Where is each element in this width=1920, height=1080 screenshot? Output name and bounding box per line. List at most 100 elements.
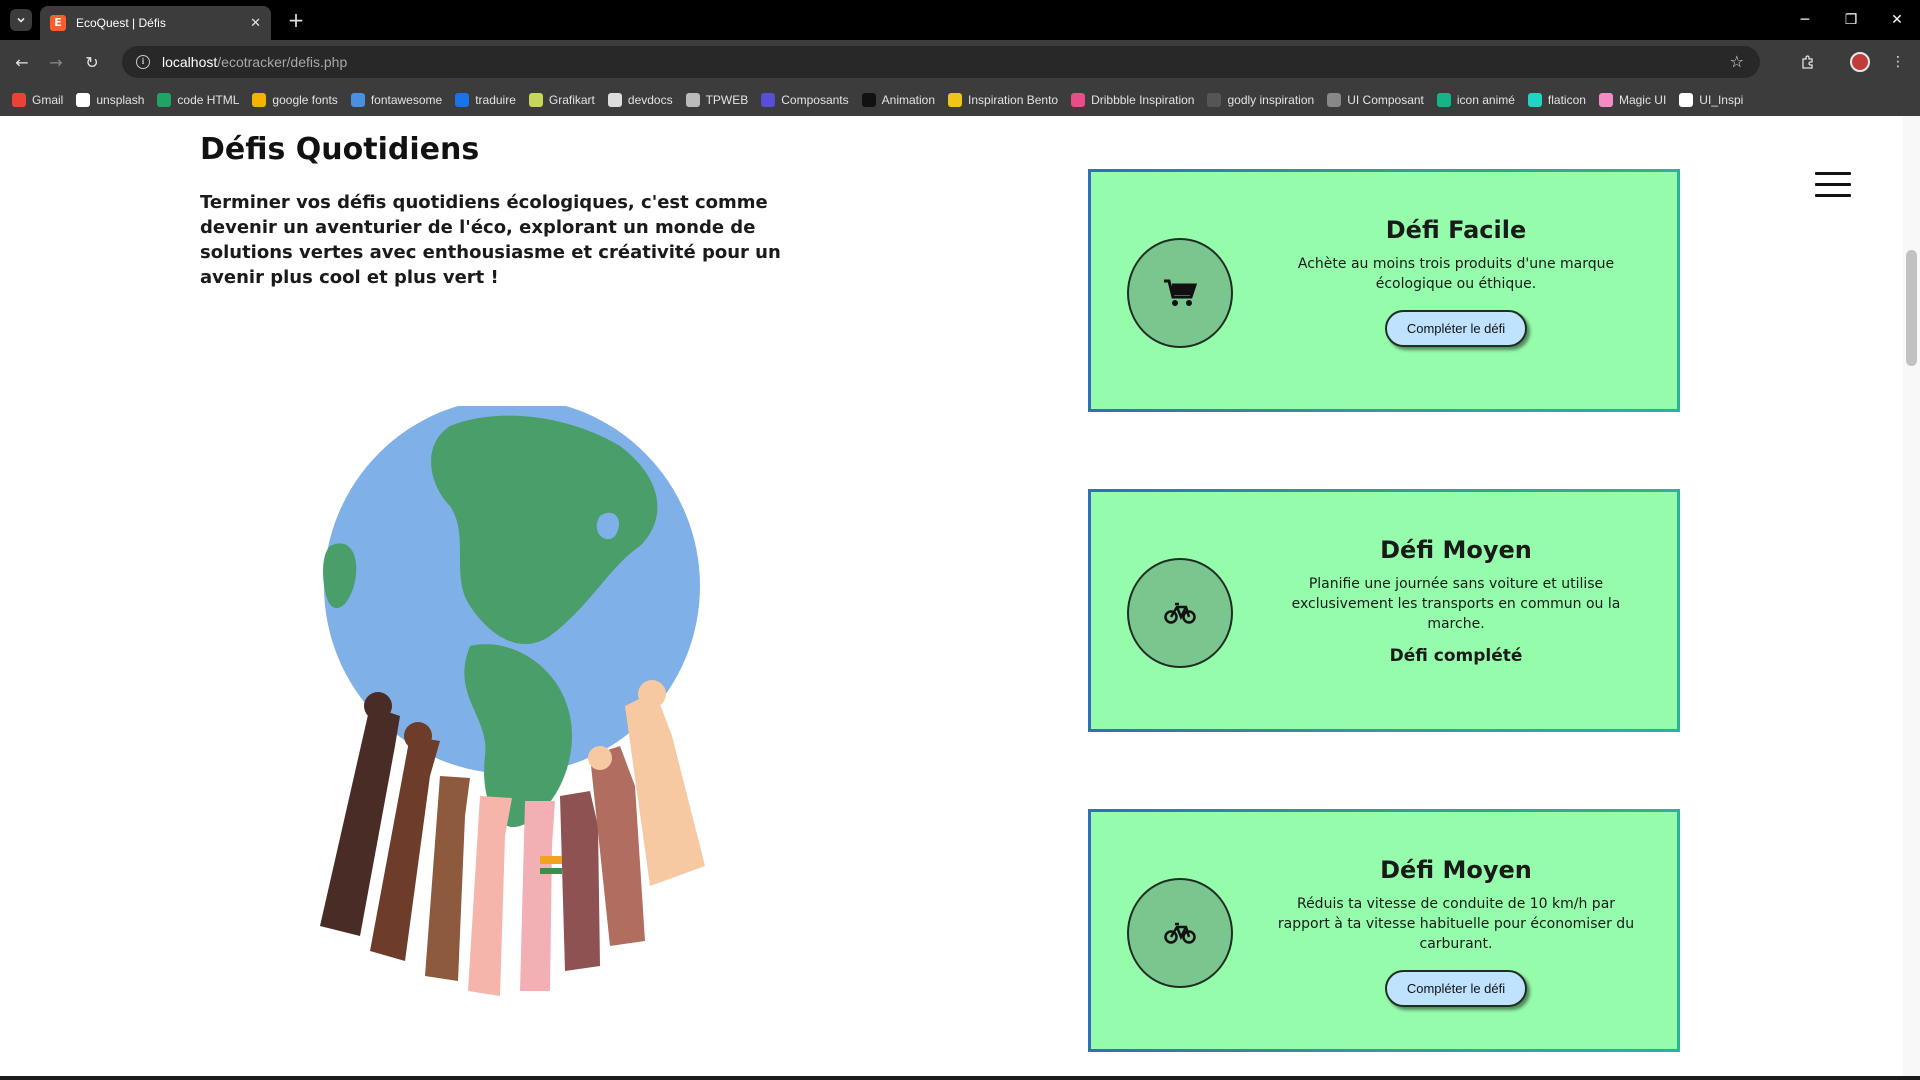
bookmark-item[interactable]: unsplash — [76, 93, 144, 107]
window-controls: ─ ❐ ✕ — [1782, 0, 1920, 40]
site-info-icon[interactable]: i — [136, 55, 150, 69]
bookmark-label: google fonts — [272, 93, 338, 107]
gmail-icon — [12, 93, 26, 107]
flaticon-icon — [1527, 93, 1542, 107]
bookmark-label: UI Composant — [1347, 93, 1424, 107]
bookmark-item[interactable]: Dribbble Inspiration — [1071, 93, 1194, 107]
complete-challenge-button[interactable]: Compléter le défi — [1384, 970, 1528, 1007]
composants-icon — [761, 93, 776, 107]
icon-anime-icon — [1436, 93, 1451, 107]
complete-challenge-button[interactable]: Compléter le défi — [1384, 310, 1528, 347]
bicycle-icon — [1127, 878, 1233, 988]
minimize-icon[interactable]: ─ — [1782, 0, 1828, 40]
extensions-puzzle-icon[interactable] — [1796, 50, 1820, 74]
challenge-description: Réduis ta vitesse de conduite de 10 km/h… — [1277, 896, 1635, 952]
bookmark-item[interactable]: TPWEB — [685, 93, 749, 107]
ui-inspi-icon — [1679, 93, 1694, 107]
close-tab-icon[interactable]: ✕ — [250, 16, 261, 31]
forward-arrow-icon[interactable]: → — [44, 50, 68, 74]
bookmarks-bar: Gmail unsplash code HTML google fonts fontaw… — [0, 84, 1920, 116]
bookmark-label: icon animé — [1456, 93, 1515, 107]
hand-4 — [468, 796, 512, 996]
google-fonts-icon — [252, 93, 267, 107]
hand-5 — [520, 801, 555, 991]
challenge-card: Défi Moyen Réduis ta vitesse de conduite… — [1088, 809, 1680, 1052]
browser-tab-bar: E EcoQuest | Défis ✕ + ─ ❐ ✕ — [0, 0, 1920, 40]
bookmark-item[interactable]: Grafikart — [528, 93, 595, 107]
window-close-icon[interactable]: ✕ — [1874, 0, 1920, 40]
reload-icon[interactable]: ↻ — [80, 50, 104, 74]
bookmark-label: traduire — [475, 93, 516, 107]
bookmark-label: Grafikart — [548, 93, 595, 107]
magic-ui-icon — [1598, 93, 1613, 107]
bookmark-star-icon[interactable]: ☆ — [1730, 52, 1744, 71]
scrollbar-thumb[interactable] — [1906, 250, 1917, 366]
bookmark-label: UI_Inspi — [1699, 93, 1744, 107]
page-title: Défis Quotidiens — [200, 132, 480, 167]
bookmark-item[interactable]: Animation — [861, 93, 936, 107]
code-html-icon — [157, 93, 172, 107]
browser-toolbar: ← → ↻ i localhost /ecotracker/defis.php … — [0, 40, 1920, 84]
restore-icon[interactable]: ❐ — [1828, 0, 1874, 40]
active-tab[interactable]: E EcoQuest | Défis ✕ — [40, 6, 271, 40]
challenge-card: Défi Moyen Planifie une journée sans voi… — [1088, 489, 1680, 732]
challenge-completed-status: Défi complété — [1389, 646, 1523, 666]
ecoquest-favicon-icon: E — [50, 15, 66, 31]
bookmark-label: TPWEB — [705, 93, 749, 107]
bookmark-item[interactable]: Gmail — [12, 93, 63, 107]
intro-paragraph: Terminer vos défis quotidiens écologique… — [200, 192, 781, 288]
bento-icon — [948, 93, 963, 107]
hamburger-menu-icon[interactable] — [1815, 172, 1851, 198]
profile-avatar[interactable] — [1848, 50, 1872, 74]
shopping-cart-icon — [1127, 238, 1233, 348]
tab-search-button[interactable] — [10, 9, 32, 31]
devdocs-icon — [607, 93, 622, 107]
back-arrow-icon[interactable]: ← — [10, 50, 34, 74]
tpweb-icon — [685, 93, 700, 107]
bookmark-item[interactable]: Inspiration Bento — [948, 93, 1058, 107]
bookmark-item[interactable]: Composants — [761, 93, 849, 107]
hand-3 — [425, 776, 470, 981]
bookmark-item[interactable]: godly inspiration — [1207, 93, 1314, 107]
bookmark-item[interactable]: UI Composant — [1327, 93, 1424, 107]
bookmark-item[interactable]: devdocs — [607, 93, 673, 107]
grafikart-icon — [528, 93, 543, 107]
godly-icon — [1207, 93, 1222, 107]
challenge-description: Planifie une journée sans voiture et uti… — [1291, 576, 1621, 632]
hand-6 — [560, 791, 600, 971]
fontawesome-flag-icon — [350, 93, 365, 107]
bookmark-label: Inspiration Bento — [968, 93, 1059, 107]
bookmark-item[interactable]: Magic UI — [1598, 93, 1666, 107]
challenge-title: Défi Facile — [1385, 216, 1527, 244]
page-scrollbar[interactable] — [1903, 116, 1920, 1080]
bottom-edge — [0, 1076, 1920, 1080]
bookmark-item[interactable]: google fonts — [252, 93, 338, 107]
bookmark-item[interactable]: fontawesome — [350, 93, 442, 107]
animation-icon — [861, 93, 876, 107]
translate-icon — [455, 93, 470, 107]
globe-held-by-hands-illustration — [320, 406, 705, 996]
bookmark-item[interactable]: icon animé — [1436, 93, 1515, 107]
challenge-title: Défi Moyen — [1380, 536, 1532, 564]
bookmark-label: godly inspiration — [1227, 93, 1315, 107]
bookmark-label: Composants — [781, 93, 849, 107]
bookmark-item[interactable]: code HTML — [157, 93, 239, 107]
bookmark-item[interactable]: UI_Inspi — [1679, 93, 1743, 107]
bicycle-icon — [1127, 558, 1233, 668]
url-host: localhost — [162, 54, 218, 70]
globe-icon — [1327, 93, 1342, 107]
challenge-card: Défi Facile Achète au moins trois produi… — [1088, 169, 1680, 412]
new-tab-button[interactable]: + — [284, 8, 308, 32]
url-path: /ecotracker/defis.php — [217, 54, 348, 70]
bookmark-item[interactable]: traduire — [455, 93, 516, 107]
more-menu-icon[interactable]: ⋮ — [1886, 50, 1910, 74]
bookmark-label: Animation — [881, 93, 936, 107]
tab-title: EcoQuest | Défis — [76, 16, 166, 30]
challenge-title: Défi Moyen — [1380, 856, 1532, 884]
page-viewport: Défis Quotidiens Terminer vos défis quot… — [0, 116, 1920, 1080]
bookmark-label: unsplash — [96, 93, 145, 107]
bookmark-label: flaticon — [1547, 93, 1586, 107]
bookmark-item[interactable]: flaticon — [1527, 93, 1586, 107]
unsplash-icon — [76, 93, 91, 107]
address-bar[interactable]: i localhost /ecotracker/defis.php ☆ — [122, 46, 1760, 78]
